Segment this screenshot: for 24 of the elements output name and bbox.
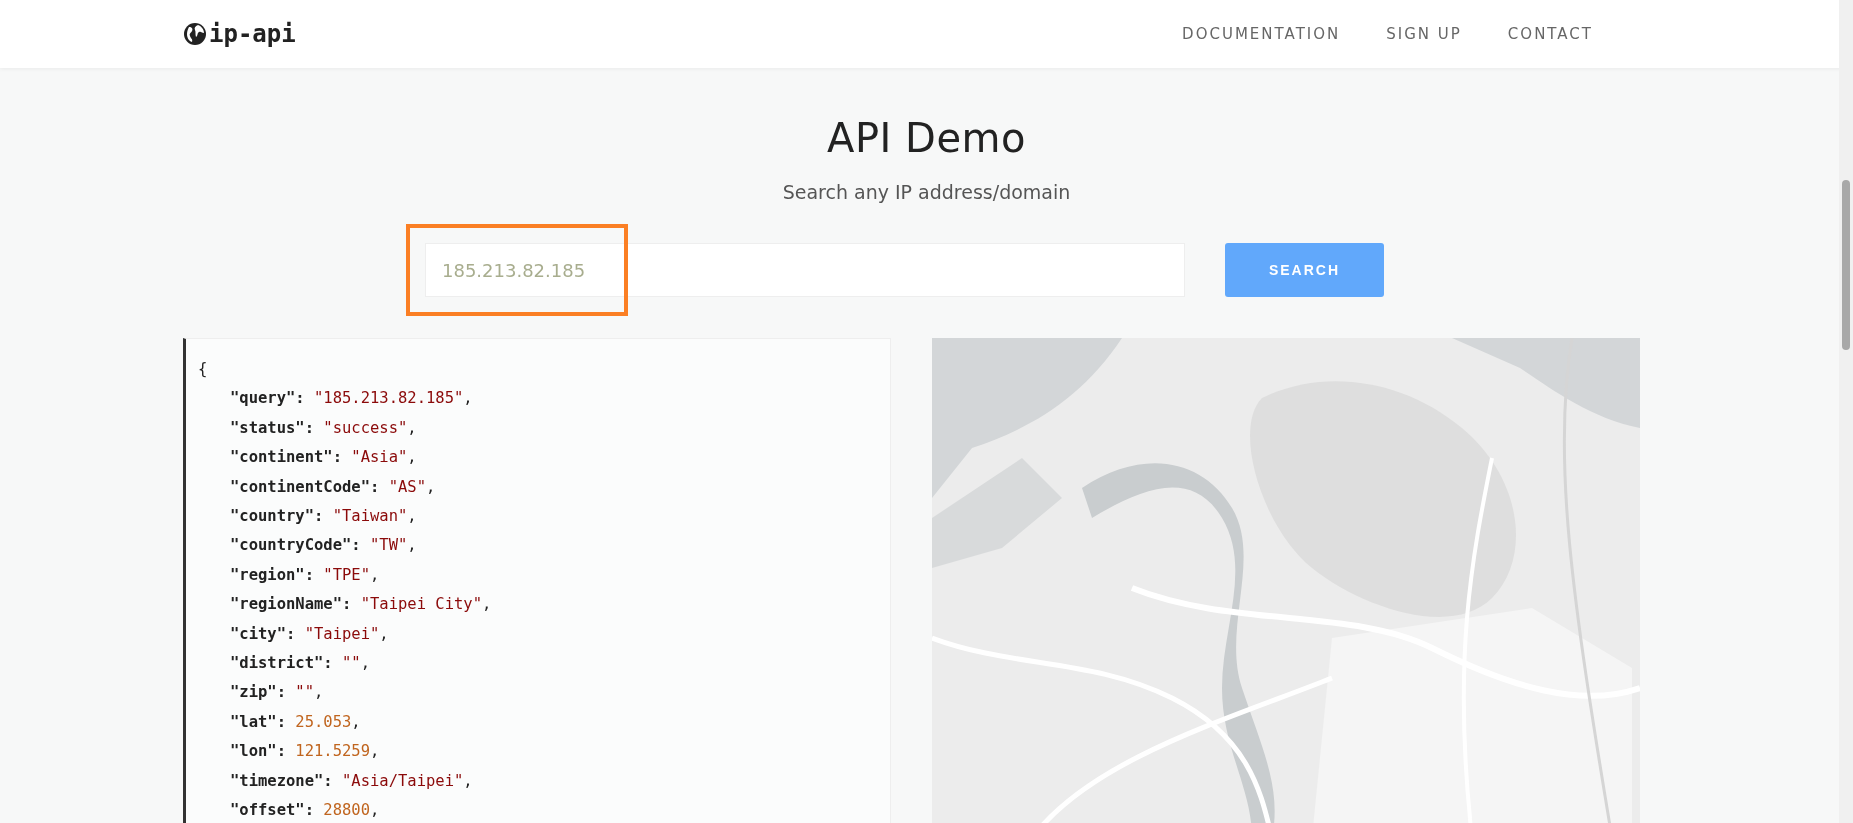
code-line: "continentCode": "AS", [229, 476, 436, 498]
globe-icon [183, 22, 207, 46]
code-line: "lon": 121.5259, [229, 741, 380, 763]
code-line: "status": "success", [229, 417, 417, 439]
page-title: API Demo [827, 115, 1026, 161]
code-line: "offset": 28800, [229, 800, 380, 822]
code-line: "countryCode": "TW", [229, 535, 417, 557]
code-line: "country": "Taiwan", [229, 506, 417, 528]
nav-link[interactable]: DOCUMENTATION [1182, 25, 1341, 43]
code-line: { [198, 359, 208, 380]
page-subtitle: Search any IP address/domain [782, 181, 1071, 203]
code-line: "region": "TPE", [229, 564, 380, 586]
nav-link[interactable]: CONTACT [1507, 25, 1593, 43]
code-line: "city": "Taipei", [229, 623, 389, 645]
nav-link[interactable]: SIGN UP [1386, 25, 1462, 43]
code-line: "query": "185.213.82.185", [229, 388, 473, 410]
code-line: "lat": 25.053, [229, 711, 361, 733]
scrollbar[interactable] [1839, 0, 1853, 823]
code-line: "district": "", [229, 653, 370, 675]
code-line: "timezone": "Asia/Taipei", [229, 770, 473, 792]
code-line: "zip": "", [229, 682, 324, 704]
code-line: "continent": "Asia", [229, 447, 417, 469]
logo-text[interactable]: ip-api [209, 20, 296, 48]
code-line: "regionName": "Taipei City", [229, 594, 492, 616]
